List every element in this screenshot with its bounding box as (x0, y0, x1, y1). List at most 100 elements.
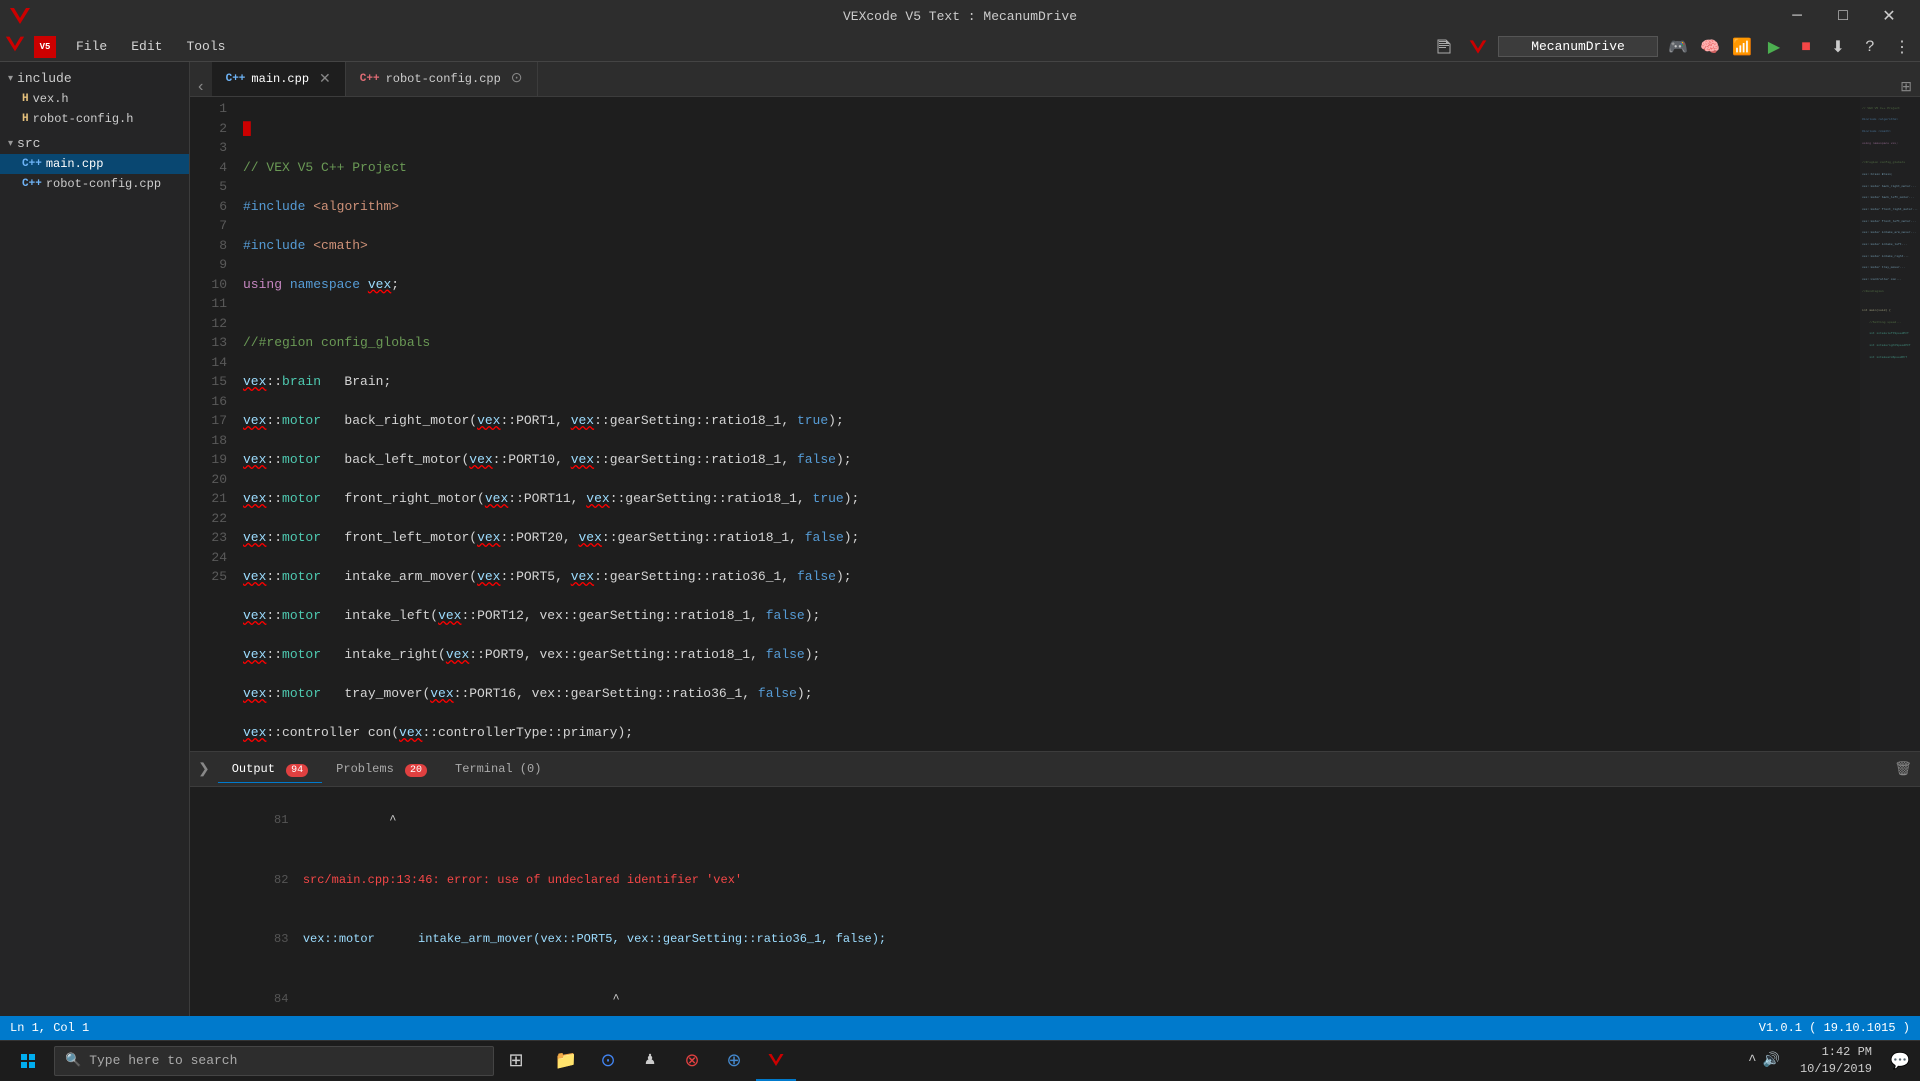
folder-include-label: include (17, 71, 72, 86)
code-editor: 12345 678910 1112131415 1617181920 21222… (190, 97, 1920, 751)
chrome-taskbar[interactable]: ⊙ (588, 1041, 628, 1081)
system-tray: ^ 🔊 (1740, 1052, 1788, 1069)
status-version: V1.0.1 ( 19.10.1015 ) (1759, 1021, 1910, 1035)
steam-taskbar[interactable]: ♟ (630, 1041, 670, 1081)
vex-logo-toolbar[interactable] (1464, 33, 1492, 61)
sidebar-file-vex-h[interactable]: H vex.h (0, 89, 189, 109)
line-numbers: 12345 678910 1112131415 1617181920 21222… (190, 97, 235, 751)
tabs-layout-icon[interactable]: ⊞ (1900, 79, 1920, 96)
chevron-icon: ▾ (8, 138, 13, 150)
maximize-button[interactable]: □ (1820, 0, 1866, 32)
taskbar-right: ^ 🔊 1:42 PM 10/19/2019 💬 (1740, 1044, 1916, 1078)
start-button[interactable] (4, 1041, 52, 1081)
app4-taskbar[interactable]: ⊗ (672, 1041, 712, 1081)
close-button[interactable]: ✕ (1866, 0, 1912, 32)
title-bar-title: VEXcode V5 Text : MecanumDrive (843, 9, 1077, 24)
folder-src-label: src (17, 136, 40, 151)
h-icon: H (22, 93, 29, 105)
problems-tab-label: Problems (336, 762, 394, 776)
output-line-84: 84 ^ (190, 970, 1920, 1016)
menu-edit[interactable]: Edit (121, 37, 172, 56)
sidebar-file-main-cpp[interactable]: C++ main.cpp (0, 154, 189, 174)
file-main-cpp-label: main.cpp (46, 157, 104, 171)
panel-clear-icon[interactable]: 🗑 (1894, 761, 1912, 778)
editor-tabs-area: C++ main.cpp ✕ C++ robot-config.cpp ⊙ (212, 62, 538, 96)
status-bar: Ln 1, Col 1 V1.0.1 ( 19.10.1015 ) (0, 1016, 1920, 1040)
sound-icon[interactable]: 🔊 (1763, 1052, 1780, 1069)
search-icon: 🔍 (65, 1053, 81, 1068)
sidebar-include-section: ▾ include H vex.h H robot-config.h (0, 66, 189, 131)
panel-tab-problems[interactable]: Problems 20 (322, 756, 441, 782)
tab-main-cpp[interactable]: C++ main.cpp ✕ (212, 62, 346, 96)
output-line-82: 82 src/main.cpp:13:46: error: use of und… (190, 851, 1920, 911)
vexcode-logo-box: V5 (34, 36, 56, 58)
controller-icon[interactable]: 🎮 (1664, 33, 1692, 61)
clock-time: 1:42 PM (1800, 1044, 1872, 1061)
main-area: ▾ include H vex.h H robot-config.h ▾ src… (0, 62, 1920, 1016)
minimap-canvas: // VEX V5 C++ Project #include <algorith… (1860, 97, 1920, 751)
editor-area: ‹ C++ main.cpp ✕ C++ robot-config.cpp ⊙ … (190, 62, 1920, 1016)
sidebar-folder-include[interactable]: ▾ include (0, 68, 189, 89)
title-bar: VEXcode V5 Text : MecanumDrive ─ □ ✕ (0, 0, 1920, 32)
app-logo (8, 4, 32, 28)
taskbar: 🔍 Type here to search ⊞ 📁 ⊙ ♟ ⊗ ⊕ ^ 🔊 1:… (0, 1040, 1920, 1080)
tab-robot-config-label: robot-config.cpp (386, 72, 501, 86)
chevron-icon: ▾ (8, 73, 13, 85)
tabs-bar: ‹ C++ main.cpp ✕ C++ robot-config.cpp ⊙ … (190, 62, 1920, 97)
run-icon[interactable]: ▶ (1760, 33, 1788, 61)
tray-up-icon[interactable]: ^ (1748, 1053, 1756, 1069)
taskbar-clock[interactable]: 1:42 PM 10/19/2019 (1792, 1044, 1880, 1078)
h-icon: H (22, 113, 29, 125)
toolbar-center: MecanumDrive 🎮 🧠 📶 ▶ ■ ⬇ ? ⋮ (1430, 33, 1916, 61)
status-right: V1.0.1 ( 19.10.1015 ) (1759, 1021, 1910, 1035)
more-icon[interactable]: ⋮ (1888, 33, 1916, 61)
tab-main-close[interactable]: ✕ (319, 71, 331, 88)
taskbar-search-box[interactable]: 🔍 Type here to search (54, 1046, 494, 1076)
problems-badge: 20 (405, 764, 427, 777)
task-view-button[interactable]: ⊞ (496, 1041, 536, 1081)
tabs-nav-back[interactable]: ‹ (190, 78, 212, 96)
cpp-icon: C++ (22, 178, 42, 190)
stop-icon[interactable]: ■ (1792, 33, 1820, 61)
sidebar-file-robot-config-cpp[interactable]: C++ robot-config.cpp (0, 174, 189, 194)
taskbar-pinned-apps: 📁 ⊙ ♟ ⊗ ⊕ (546, 1041, 796, 1081)
terminal-tab-label: Terminal (0) (455, 762, 541, 776)
notification-icon[interactable]: 💬 (1884, 1045, 1916, 1077)
sidebar-file-robot-config-h[interactable]: H robot-config.h (0, 109, 189, 129)
panel-collapse-icon[interactable]: ❯ (198, 761, 210, 778)
clock-date: 10/19/2019 (1800, 1061, 1872, 1078)
wireless-icon[interactable]: 📶 (1728, 33, 1756, 61)
output-line-83: 83 vex::motor intake_arm_mover(vex::PORT… (190, 910, 1920, 970)
bottom-panel: ❯ Output 94 Problems 20 Terminal (0) 🗑 8… (190, 751, 1920, 1016)
status-position: Ln 1, Col 1 (10, 1021, 89, 1035)
output-line-81: 81 ^ (190, 791, 1920, 851)
tab-robot-close[interactable]: ⊙ (511, 70, 523, 87)
help-icon[interactable]: ? (1856, 33, 1884, 61)
file-explorer-taskbar[interactable]: 📁 (546, 1041, 586, 1081)
file-icon[interactable] (1430, 33, 1458, 61)
title-bar-left (8, 4, 32, 28)
download-icon[interactable]: ⬇ (1824, 33, 1852, 61)
panel-tabs: ❯ Output 94 Problems 20 Terminal (0) 🗑 (190, 752, 1920, 787)
menu-file[interactable]: File (66, 37, 117, 56)
brain-icon[interactable]: 🧠 (1696, 33, 1724, 61)
minimap: // VEX V5 C++ Project #include <algorith… (1860, 97, 1920, 751)
output-badge: 94 (286, 764, 308, 777)
minimize-button[interactable]: ─ (1774, 0, 1820, 32)
search-placeholder: Type here to search (89, 1053, 237, 1068)
panel-tab-output[interactable]: Output 94 (218, 756, 322, 783)
cpp-icon: C++ (22, 158, 42, 170)
app5-taskbar[interactable]: ⊕ (714, 1041, 754, 1081)
menu-tools[interactable]: Tools (176, 37, 235, 56)
panel-tab-terminal[interactable]: Terminal (0) (441, 756, 555, 782)
file-robot-config-h-label: robot-config.h (33, 112, 134, 126)
sidebar: ▾ include H vex.h H robot-config.h ▾ src… (0, 62, 190, 1016)
tab-robot-config-cpp[interactable]: C++ robot-config.cpp ⊙ (346, 62, 538, 96)
output-tab-label: Output (232, 762, 275, 776)
panel-content: 81 ^ 82 src/main.cpp:13:46: error: use o… (190, 787, 1920, 1016)
title-bar-controls: ─ □ ✕ (1774, 0, 1912, 32)
sidebar-folder-src[interactable]: ▾ src (0, 133, 189, 154)
code-content[interactable]: █ // VEX V5 C++ Project #include <algori… (235, 97, 1860, 751)
vex-taskbar-active[interactable] (756, 1041, 796, 1081)
project-name: MecanumDrive (1498, 36, 1658, 57)
